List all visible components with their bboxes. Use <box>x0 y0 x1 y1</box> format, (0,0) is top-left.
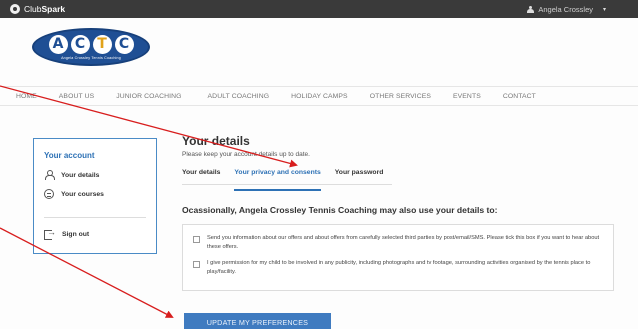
logo-letter-c: C <box>70 34 90 54</box>
tab-your-password[interactable]: Your password <box>335 169 384 184</box>
account-sidebar: Your account Your details Your courses S… <box>33 138 157 254</box>
sidebar-item-label: Your details <box>61 171 100 179</box>
consent-offers-text: Send you information about our offers an… <box>207 235 600 250</box>
consents-box: Send you information about our offers an… <box>182 224 614 291</box>
sidebar-item-your-details[interactable]: Your details <box>44 170 146 180</box>
account-title: Your account <box>44 151 95 160</box>
sidebar-item-label: Your courses <box>61 190 104 198</box>
consent-publicity-checkbox[interactable] <box>193 261 200 268</box>
logo-subtitle: Angela Crossley Tennis Coaching <box>61 55 121 60</box>
user-name: Angela Crossley <box>538 4 593 14</box>
consent-offers-row: Send you information about our offers an… <box>193 234 603 251</box>
nav-holiday-camps[interactable]: HOLIDAY CAMPS <box>291 93 348 100</box>
sign-out-button[interactable]: Sign out <box>44 227 146 240</box>
courses-icon <box>44 189 54 199</box>
clubspark-logo-icon <box>10 4 20 14</box>
nav-events[interactable]: EVENTS <box>453 93 481 100</box>
tab-privacy-consents[interactable]: Your privacy and consents <box>234 169 322 191</box>
consents-heading: Ocassionally, Angela Crossley Tennis Coa… <box>182 205 498 215</box>
clubspark-brand[interactable]: ClubSpark <box>10 4 65 14</box>
top-bar: ClubSpark Angela Crossley ▾ <box>0 0 638 18</box>
nav-contact[interactable]: CONTACT <box>503 93 536 100</box>
tab-your-details[interactable]: Your details <box>182 169 220 184</box>
consent-publicity-row: I give permission for my child to be inv… <box>193 259 603 276</box>
sign-out-label: Sign out <box>62 230 90 238</box>
chevron-down-icon: ▾ <box>602 6 606 13</box>
page-title: Your details <box>182 134 250 148</box>
sidebar-divider <box>44 217 146 218</box>
brand-suffix: Spark <box>41 4 66 14</box>
nav-about-us[interactable]: ABOUT US <box>59 93 94 100</box>
nav-home[interactable]: HOME <box>16 93 37 100</box>
nav-junior-coaching[interactable]: JUNIOR COACHING <box>116 93 181 100</box>
brand-prefix: Club <box>24 4 42 14</box>
update-preferences-button[interactable]: UPDATE MY PREFERENCES <box>184 313 331 329</box>
person-icon <box>44 170 55 180</box>
logo-letters: A C T C <box>48 34 134 54</box>
sidebar-item-your-courses[interactable]: Your courses <box>44 189 146 199</box>
nav-adult-coaching[interactable]: ADULT COACHING <box>208 93 270 100</box>
user-icon <box>527 5 535 13</box>
logo-letter-t: T <box>92 34 112 54</box>
brand-name: ClubSpark <box>24 4 65 14</box>
details-panel: Your details Please keep your account de… <box>182 134 616 291</box>
consent-offers-checkbox[interactable] <box>193 236 200 243</box>
page-subtitle: Please keep your account details up to d… <box>182 151 310 158</box>
details-tabs: Your details Your privacy and consents Y… <box>182 169 392 191</box>
actc-logo[interactable]: A C T C Angela Crossley Tennis Coaching <box>32 28 150 66</box>
user-menu[interactable]: Angela Crossley ▾ <box>527 5 630 14</box>
sign-out-icon <box>44 227 56 240</box>
logo-letter-c2: C <box>114 34 134 54</box>
nav-other-services[interactable]: OTHER SERVICES <box>370 93 431 100</box>
consent-publicity-text: I give permission for my child to be inv… <box>207 260 591 275</box>
main-nav: HOME ABOUT US JUNIOR COACHING ADULT COAC… <box>0 86 638 106</box>
logo-letter-a: A <box>48 34 68 54</box>
